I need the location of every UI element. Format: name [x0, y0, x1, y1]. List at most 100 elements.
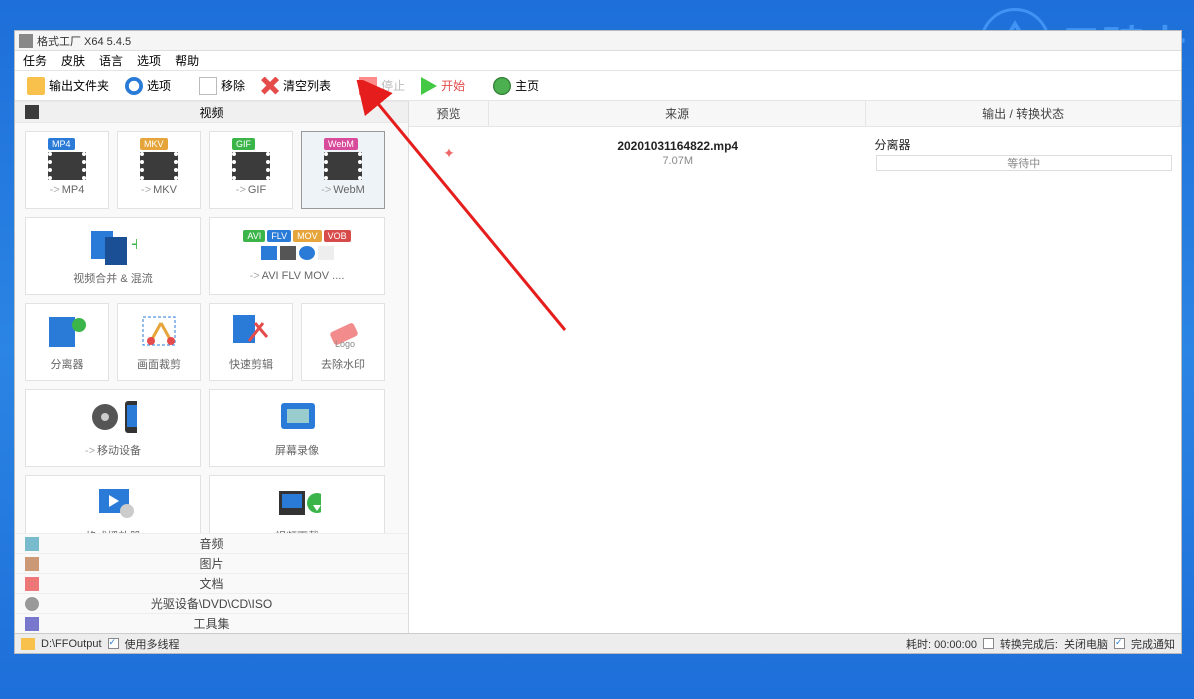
tb-stop-label: 停止	[381, 77, 405, 94]
chk-after-done[interactable]	[983, 638, 994, 649]
cat-picture[interactable]: 图片	[15, 553, 408, 573]
svg-text:Logo: Logo	[335, 339, 355, 349]
toolbar: 输出文件夹 选项 移除 清空列表 停止 开始 主页	[15, 71, 1181, 101]
badge-mkv: MKV	[140, 138, 168, 150]
chk-multithread[interactable]	[108, 638, 119, 649]
video-cat-icon	[25, 105, 39, 119]
tile-quick-cut[interactable]: 快速剪辑	[209, 303, 293, 381]
tile-splitter[interactable]: 分离器	[25, 303, 109, 381]
tile-mkv[interactable]: MKV ->MKV	[117, 131, 201, 209]
clear-icon	[261, 77, 279, 95]
player-icon	[89, 482, 137, 524]
task-row[interactable]: ✦ 20201031164822.mp4 7.07M 分离器 等待中	[409, 133, 1181, 173]
tb-output-folder-label: 输出文件夹	[49, 77, 109, 94]
menu-task[interactable]: 任务	[23, 52, 47, 69]
screen-rec-icon	[273, 396, 321, 438]
cat-document[interactable]: 文档	[15, 573, 408, 593]
chk-notify[interactable]	[1114, 638, 1125, 649]
audio-icon	[25, 537, 39, 551]
title-bar: 格式工厂 X64 5.4.5	[15, 31, 1181, 51]
menu-help[interactable]: 帮助	[175, 52, 199, 69]
task-preview-cell: ✦	[409, 133, 489, 173]
sb-notify-label: 完成通知	[1131, 636, 1175, 652]
badge-mp4: MP4	[48, 138, 75, 150]
tb-home[interactable]: 主页	[487, 75, 545, 97]
picture-icon	[25, 557, 39, 571]
avi-more-icon: AVI FLV MOV VOB	[273, 224, 321, 266]
col-source[interactable]: 来源	[489, 101, 866, 126]
eraser-icon: Logo	[319, 310, 367, 352]
tile-player[interactable]: 格式播放器	[25, 475, 201, 533]
video-dl-icon	[273, 482, 321, 524]
menu-bar: 任务 皮肤 语言 选项 帮助	[15, 51, 1181, 71]
crop-icon	[135, 310, 183, 352]
video-tiles: MP4 ->MP4 MKV ->MKV GIF ->GIF WebM ->Web…	[15, 123, 408, 533]
task-output-name: 分离器	[866, 136, 1181, 153]
svg-text:+: +	[131, 234, 137, 256]
app-icon	[19, 34, 33, 48]
sb-multithread-label: 使用多线程	[125, 636, 180, 652]
tb-start-label: 开始	[441, 77, 465, 94]
sb-output-path[interactable]: D:\FFOutput	[41, 638, 102, 650]
cat-audio[interactable]: 音频	[15, 533, 408, 553]
cat-video-label: 视频	[199, 104, 223, 121]
task-source-name: 20201031164822.mp4	[617, 139, 738, 153]
badge-webm: WebM	[324, 138, 358, 150]
sb-after-done-label: 转换完成后:	[1000, 636, 1058, 652]
tile-watermark-remove[interactable]: Logo 去除水印	[301, 303, 385, 381]
quick-cut-icon	[227, 310, 275, 352]
cat-toolbox[interactable]: 工具集	[15, 613, 408, 633]
document-icon	[25, 577, 39, 591]
left-panel: 视频 MP4 ->MP4 MKV ->MKV GIF ->GIF	[15, 101, 409, 633]
tb-clear-list[interactable]: 清空列表	[255, 75, 337, 97]
tile-video-dl[interactable]: 视频下载	[209, 475, 385, 533]
splitter-icon	[43, 310, 91, 352]
merge-icon: +	[89, 224, 137, 266]
home-icon	[493, 77, 511, 95]
tile-merge[interactable]: + 视频合并 & 混流	[25, 217, 201, 295]
sb-folder-icon[interactable]	[21, 638, 35, 650]
cat-video-header[interactable]: 视频	[15, 101, 408, 123]
main-area: 视频 MP4 ->MP4 MKV ->MKV GIF ->GIF	[15, 101, 1181, 633]
tile-screen-rec[interactable]: 屏幕录像	[209, 389, 385, 467]
tile-avi-more[interactable]: AVI FLV MOV VOB	[209, 217, 385, 295]
toolbox-icon	[25, 617, 39, 631]
tb-remove[interactable]: 移除	[193, 75, 251, 97]
cat-rom[interactable]: 光驱设备\DVD\CD\ISO	[15, 593, 408, 613]
app-window: 格式工厂 X64 5.4.5 任务 皮肤 语言 选项 帮助 输出文件夹 选项 移…	[14, 30, 1182, 654]
remove-icon	[199, 77, 217, 95]
col-preview[interactable]: 预览	[409, 101, 489, 126]
task-source-size: 7.07M	[662, 155, 693, 167]
tb-options-label: 选项	[147, 77, 171, 94]
menu-skin[interactable]: 皮肤	[61, 52, 85, 69]
tile-webm[interactable]: WebM ->WebM	[301, 131, 385, 209]
tb-start[interactable]: 开始	[415, 75, 471, 97]
sb-shutdown-label: 关闭电脑	[1064, 636, 1108, 652]
tile-mobile[interactable]: ->移动设备	[25, 389, 201, 467]
task-status: 等待中	[876, 155, 1172, 171]
mobile-icon	[89, 396, 137, 438]
tb-remove-label: 移除	[221, 77, 245, 94]
menu-options[interactable]: 选项	[137, 52, 161, 69]
rom-icon	[25, 597, 39, 611]
task-source-cell: 20201031164822.mp4 7.07M	[489, 133, 866, 173]
play-icon	[421, 77, 437, 95]
sb-elapsed: 耗时: 00:00:00	[906, 636, 977, 652]
tb-stop[interactable]: 停止	[353, 75, 411, 97]
status-bar: D:\FFOutput 使用多线程 耗时: 00:00:00 转换完成后: 关闭…	[15, 633, 1181, 653]
task-output-cell: 分离器 等待中	[866, 133, 1181, 173]
right-panel: 预览 来源 输出 / 转换状态 ✦ 20201031164822.mp4 7.0…	[409, 101, 1181, 633]
task-list-body: ✦ 20201031164822.mp4 7.07M 分离器 等待中	[409, 127, 1181, 633]
badge-gif: GIF	[232, 138, 255, 150]
col-output[interactable]: 输出 / 转换状态	[866, 101, 1181, 126]
category-list: 音频 图片 文档 光驱设备\DVD\CD\ISO 工具集	[15, 533, 408, 633]
tile-gif[interactable]: GIF ->GIF	[209, 131, 293, 209]
tb-output-folder[interactable]: 输出文件夹	[21, 75, 115, 97]
task-list-header: 预览 来源 输出 / 转换状态	[409, 101, 1181, 127]
tb-options[interactable]: 选项	[119, 75, 177, 97]
tile-mp4[interactable]: MP4 ->MP4	[25, 131, 109, 209]
tb-home-label: 主页	[515, 77, 539, 94]
folder-icon	[27, 77, 45, 95]
tile-crop[interactable]: 画面裁剪	[117, 303, 201, 381]
menu-lang[interactable]: 语言	[99, 52, 123, 69]
